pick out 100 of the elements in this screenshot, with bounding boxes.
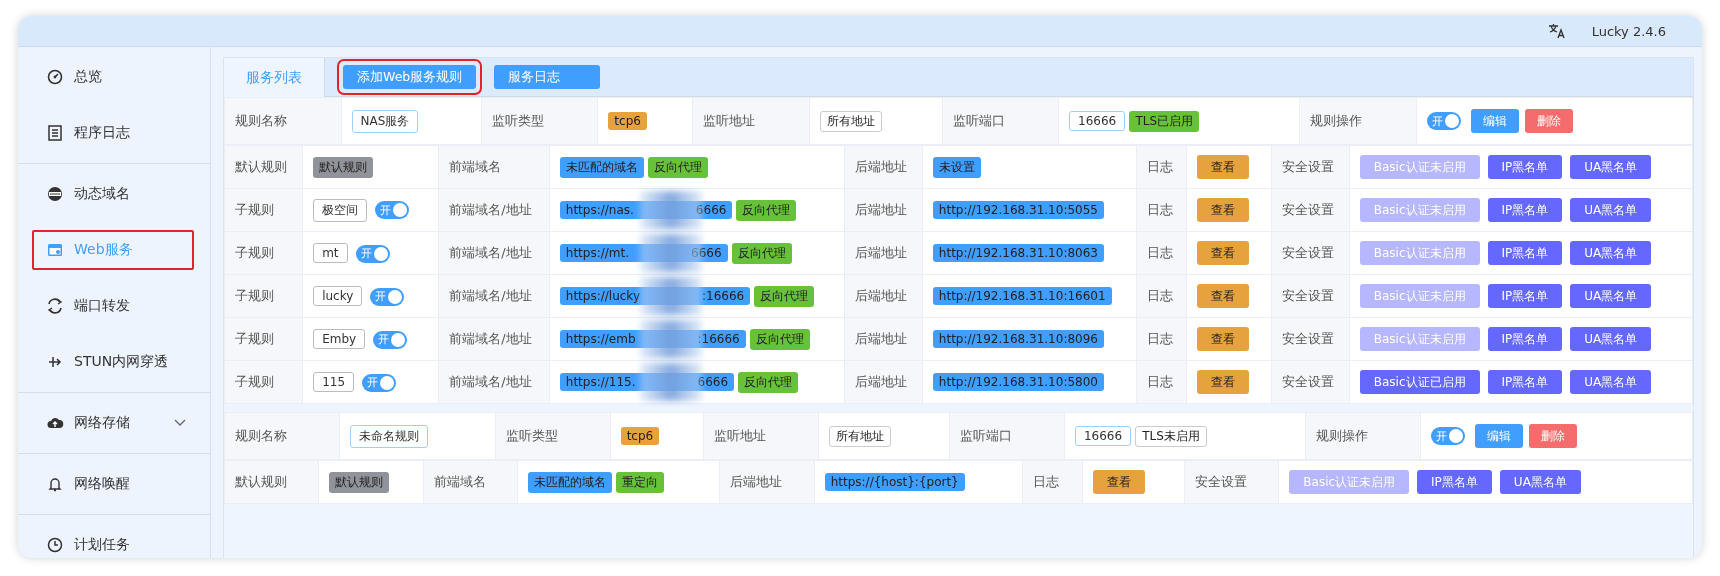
sub-rule-name-field[interactable]: 115 [313, 372, 355, 392]
ua-blacklist-button[interactable]: UA黑名单 [1570, 370, 1652, 394]
field-label: 安全设置 [1271, 317, 1350, 361]
basic-auth-button[interactable]: Basic认证已启用 [1359, 370, 1480, 394]
sidebar-item[interactable]: 网络存储 [24, 395, 202, 451]
view-log-button[interactable]: 查看 [1197, 155, 1250, 179]
backend-url-tag: https://{host}:{port} [824, 473, 965, 491]
backend-url-tag: 未设置 [932, 156, 981, 178]
edit-button[interactable]: 编辑 [1470, 109, 1519, 133]
field-label: 后端地址 [844, 231, 923, 275]
field-label: 后端地址 [844, 188, 923, 232]
translate-icon[interactable] [1547, 23, 1566, 39]
field-label: 安全设置 [1271, 188, 1350, 232]
ua-blacklist-button[interactable]: UA黑名单 [1570, 284, 1652, 308]
sub-rule-name-field[interactable]: lucky [313, 286, 363, 306]
sub-rule-name-field[interactable]: Emby [313, 329, 366, 349]
sidebar-item[interactable]: STUN内网穿透 [24, 334, 202, 390]
frontend-url-tag: 未匹配的域名 [527, 471, 612, 493]
field-label: 后端地址 [719, 460, 815, 504]
sidebar-item[interactable]: 计划任务 [24, 517, 202, 558]
ua-blacklist-button[interactable]: UA黑名单 [1499, 470, 1581, 494]
field-label: 规则名称 [224, 412, 340, 460]
toolbar-button[interactable]: 添加Web服务规则 [343, 65, 477, 89]
field-label: 监听端口 [942, 97, 1059, 145]
field-label: 安全设置 [1271, 145, 1350, 189]
frontend-url-tag: https://lucky :16666 [559, 286, 751, 305]
sub-rule-name-field[interactable]: 极空间 [313, 198, 368, 222]
field-label: 日志 [1136, 317, 1187, 361]
toggle-switch[interactable]: 开 [1430, 427, 1465, 445]
tab[interactable]: 服务列表 [224, 58, 325, 97]
proxy-mode-tag: 重定向 [615, 471, 664, 493]
rule-name-field[interactable]: 未命名规则 [349, 424, 428, 448]
view-log-button[interactable]: 查看 [1197, 370, 1250, 394]
ua-blacklist-button[interactable]: UA黑名单 [1570, 198, 1652, 222]
toggle-switch[interactable]: 开 [1426, 112, 1461, 130]
field-label: 监听地址 [692, 97, 810, 145]
field-label: 日志 [1136, 274, 1187, 318]
view-log-button[interactable]: 查看 [1093, 470, 1146, 494]
field-label: 子规则 [224, 360, 303, 404]
field-label: 默认规则 [224, 460, 319, 504]
ip-blacklist-button[interactable]: IP黑名单 [1417, 470, 1492, 494]
field-label: 后端地址 [844, 145, 923, 189]
port-field[interactable]: 16666 [1074, 425, 1132, 446]
delete-button[interactable]: 删除 [1524, 109, 1573, 133]
bell-icon [46, 475, 64, 493]
rule-name-field[interactable]: NAS服务 [351, 109, 419, 133]
refresh-arrows-icon [46, 297, 64, 315]
delete-button[interactable]: 删除 [1528, 424, 1577, 448]
frontend-url-tag: https://115. 6666 [559, 372, 735, 391]
blur-patch [639, 276, 702, 315]
sidebar-item[interactable]: 程序日志 [24, 105, 202, 161]
view-log-button[interactable]: 查看 [1197, 327, 1250, 351]
proxy-mode-tag: 反向代理 [731, 242, 792, 264]
ua-blacklist-button[interactable]: UA黑名单 [1570, 327, 1652, 351]
toggle-switch[interactable]: 开 [355, 244, 390, 263]
field-label: 安全设置 [1184, 460, 1279, 504]
view-log-button[interactable]: 查看 [1197, 284, 1250, 308]
field-label: 前端域名/地址 [438, 360, 550, 404]
backend-url-tag: http://192.168.31.10:5800 [932, 373, 1104, 391]
ip-blacklist-button[interactable]: IP黑名单 [1487, 198, 1563, 222]
field-label: 规则操作 [1299, 97, 1417, 145]
toggle-switch[interactable]: 开 [373, 330, 408, 349]
view-log-button[interactable]: 查看 [1197, 198, 1250, 222]
field-label: 默认规则 [224, 145, 303, 189]
chevron-icon[interactable] [174, 419, 186, 427]
field-label: 前端域名/地址 [438, 317, 550, 361]
ua-blacklist-button[interactable]: UA黑名单 [1570, 155, 1652, 179]
toggle-switch[interactable]: 开 [370, 287, 405, 306]
field-label: 前端域名/地址 [438, 274, 550, 318]
field-label: 子规则 [224, 274, 303, 318]
field-label: 规则名称 [224, 97, 342, 145]
toolbar-button[interactable]: 服务日志 [494, 65, 601, 89]
backend-url-tag: http://192.168.31.10:16601 [932, 287, 1112, 305]
toggle-switch[interactable]: 开 [362, 373, 397, 392]
field-label: 子规则 [224, 188, 303, 232]
edit-button[interactable]: 编辑 [1474, 424, 1523, 448]
field-label: 后端地址 [844, 274, 923, 318]
ip-blacklist-button[interactable]: IP黑名单 [1487, 241, 1563, 265]
ip-blacklist-button[interactable]: IP黑名单 [1487, 284, 1563, 308]
field-label: 监听端口 [949, 412, 1065, 460]
field-label: 前端域名 [438, 145, 550, 189]
field-label: 前端域名/地址 [438, 231, 550, 275]
sub-rule-name-field[interactable]: mt [313, 243, 348, 263]
field-label: 前端域名/地址 [438, 188, 550, 232]
ua-blacklist-button[interactable]: UA黑名单 [1570, 241, 1652, 265]
sidebar-item[interactable]: 端口转发 [24, 278, 202, 334]
ip-blacklist-button[interactable]: IP黑名单 [1487, 327, 1563, 351]
sidebar-item[interactable]: Web服务 [24, 222, 202, 278]
ip-blacklist-button[interactable]: IP黑名单 [1487, 155, 1563, 179]
frontend-url-tag: 未匹配的域名 [559, 156, 644, 178]
sidebar-item[interactable]: 总览 [24, 49, 202, 105]
ip-blacklist-button[interactable]: IP黑名单 [1487, 370, 1563, 394]
sidebar-item[interactable]: 动态域名 [24, 166, 202, 222]
browser-window-icon [46, 241, 64, 259]
port-field[interactable]: 16666 [1069, 110, 1126, 131]
view-log-button[interactable]: 查看 [1197, 241, 1250, 265]
field-label: 日志 [1136, 188, 1187, 232]
field-label: 安全设置 [1271, 274, 1350, 318]
toggle-switch[interactable]: 开 [375, 201, 410, 219]
sidebar-item[interactable]: 网络唤醒 [24, 456, 202, 512]
